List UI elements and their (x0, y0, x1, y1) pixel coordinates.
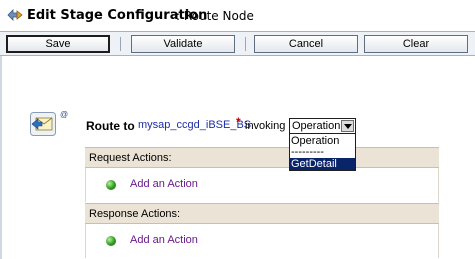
add-response-action-link[interactable]: Add an Action (130, 234, 198, 246)
chevron-down-icon[interactable] (341, 120, 354, 132)
route-to-label: Route to (86, 119, 135, 133)
response-actions-label: Response Actions: (89, 208, 181, 220)
required-indicator: * (236, 115, 241, 129)
toolbar-separator (120, 37, 121, 51)
operation-select[interactable]: Operation (289, 118, 356, 134)
request-actions-body: Add an Action (85, 168, 439, 202)
stage-config-icon (7, 9, 23, 21)
page-header: Edit Stage Configuration : Route Node (0, 0, 475, 33)
route-envelope-icon[interactable] (30, 112, 56, 136)
left-border (0, 56, 2, 259)
add-request-action-link[interactable]: Add an Action (130, 178, 198, 190)
operation-select-value: Operation (292, 120, 341, 132)
route-target-link[interactable]: mysap_ccgd_iBSE_BS (138, 119, 251, 131)
clear-button[interactable]: Clear (364, 35, 468, 53)
request-actions-label: Request Actions: (89, 152, 172, 164)
cancel-button[interactable]: Cancel (254, 35, 358, 53)
page-subtitle: : Route Node (176, 9, 254, 23)
response-actions-body: Add an Action (85, 224, 439, 258)
action-toolbar: Save Validate Cancel Clear (0, 32, 475, 56)
operation-dropdown-list: Operation --------- GetDetail (289, 133, 356, 171)
edit-stage-configuration-page: Edit Stage Configuration : Route Node Sa… (0, 0, 475, 259)
invoking-label: invoking (245, 120, 286, 132)
toolbar-separator (245, 37, 246, 51)
save-button[interactable]: Save (6, 35, 110, 53)
add-action-icon (106, 236, 116, 246)
at-mark: @ (60, 110, 69, 119)
validate-button[interactable]: Validate (131, 35, 235, 53)
add-action-icon (106, 180, 116, 190)
response-actions-header: Response Actions: (85, 203, 439, 224)
option-separator[interactable]: --------- (290, 146, 355, 158)
request-actions-header: Request Actions: (85, 147, 439, 168)
option-getdetail[interactable]: GetDetail (290, 158, 355, 170)
